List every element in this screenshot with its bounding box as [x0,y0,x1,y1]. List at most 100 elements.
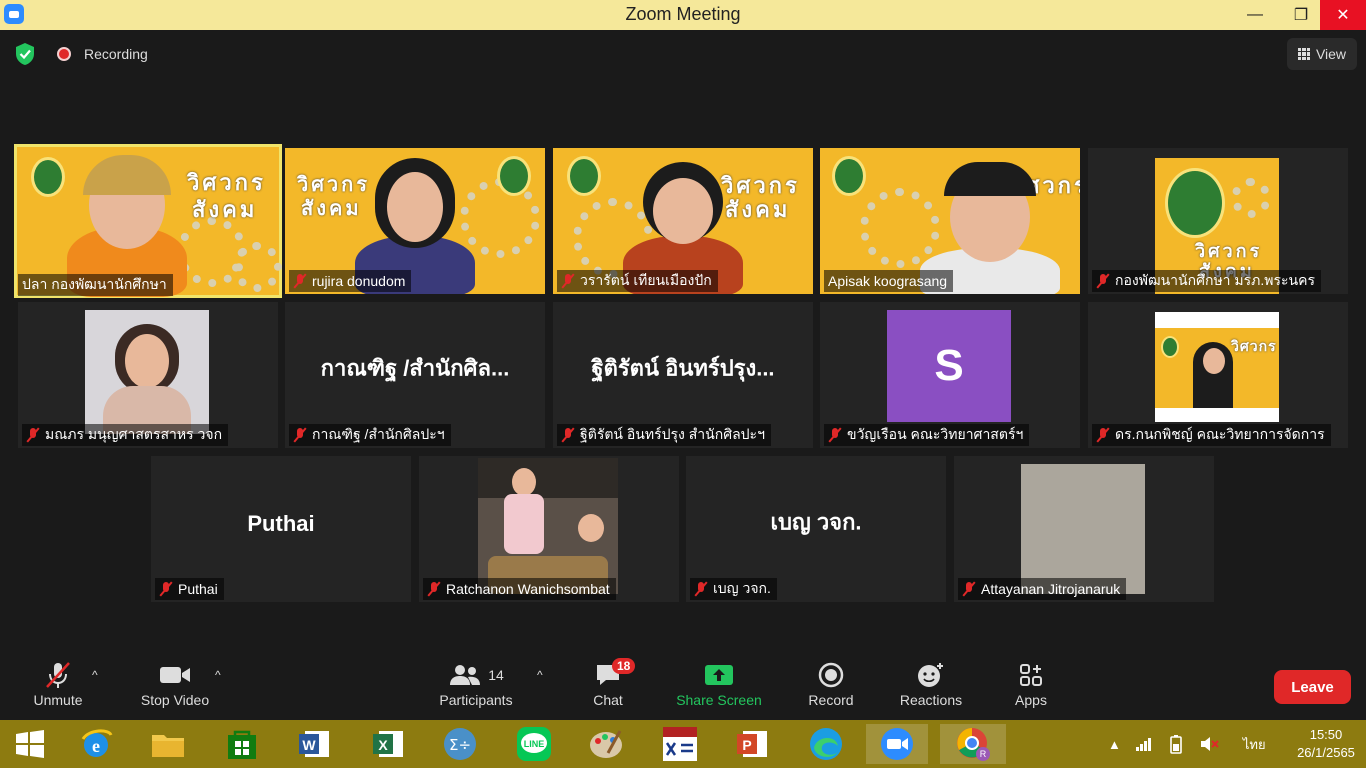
video-tile[interactable]: วิศวกร Apisak koograsang [820,148,1080,294]
participant-name-label: ฐิติรัตน์ อินทร์ปรุง สำนักศิลปะฯ [557,424,771,446]
participant-name-label: กองพัฒนานักศึกษา มรภ.พระนคร [1092,270,1322,292]
record-button[interactable]: Record [802,658,860,708]
muted-mic-icon [1096,273,1110,289]
file-explorer-icon[interactable] [148,724,188,764]
window-title: Zoom Meeting [625,4,741,24]
video-tile[interactable]: วิศวกร สังคม วรารัตน์ เทียนเมืองปัก [553,148,813,294]
video-tile[interactable]: วิศวกร สังคม ปลา กองพัฒนานักศึกษา [14,144,282,298]
window-title-bar: Zoom Meeting — ❐ ✕ [0,0,1366,30]
muted-mic-icon [293,427,307,443]
stop-video-label: Stop Video [140,692,210,708]
participant-name-label: เบญ วจก. [690,578,777,600]
recording-status: Recording [84,46,148,62]
leave-button[interactable]: Leave [1274,670,1351,704]
svg-text:LINE: LINE [524,739,545,749]
poster-brand-sub: สังคม [192,197,258,222]
participants-options-chevron-icon[interactable]: ^ [537,668,543,682]
video-tile[interactable]: วิศวกร ดร.กนกพิชญ์ คณะวิทยาการจัดการ [1088,302,1348,448]
battery-icon[interactable] [1167,734,1185,754]
input-language-indicator[interactable]: ไทย [1243,734,1266,755]
muted-mic-icon [159,581,173,597]
edge-browser-icon[interactable] [806,724,846,764]
participants-icon [450,665,481,685]
participants-label: Participants [439,692,513,708]
unmute-button[interactable]: Unmute [22,658,94,708]
participant-name-label: วรารัตน์ เทียนเมืองปัก [557,270,718,292]
view-label: View [1315,46,1347,62]
windows-taskbar: e W X Σ÷ LINE P R ▲ ไทย 15:50 26/1/2565 [0,720,1366,768]
share-screen-button[interactable]: Share Screen [672,658,766,708]
tray-overflow-chevron-icon[interactable]: ▲ [1108,737,1121,752]
participant-name-label: ดร.กนกพิชญ์ คณะวิทยาการจัดการ [1092,424,1331,446]
system-tray: ▲ ไทย [1108,720,1266,768]
apps-button[interactable]: Apps [1008,658,1054,708]
video-tile[interactable]: มณภร มนุญศาสตรสาหร วจก [18,302,278,448]
muted-mic-icon [427,581,441,597]
muted-mic-icon [1096,427,1110,443]
muted-microphone-icon [46,662,70,688]
view-button[interactable]: View [1287,38,1357,70]
share-screen-label: Share Screen [676,692,762,708]
participant-name-label: Attayanan Jitrojanaruk [958,578,1127,600]
video-tile[interactable]: Attayanan Jitrojanaruk [954,456,1214,602]
taskbar-clock[interactable]: 15:50 26/1/2565 [1290,726,1362,762]
participants-button[interactable]: 14 Participants [434,658,518,708]
word-icon[interactable]: W [294,724,334,764]
math-input-icon[interactable]: Σ÷ [440,724,480,764]
minimize-button[interactable]: — [1232,0,1278,30]
participant-name-label: มณภร มนุญศาสตรสาหร วจก [22,424,229,446]
start-button[interactable] [10,724,50,764]
close-button[interactable]: ✕ [1320,0,1366,30]
video-tile[interactable]: Puthai Puthai [151,456,411,602]
internet-explorer-icon[interactable]: e [76,724,116,764]
lisrel-icon[interactable] [660,724,700,764]
video-tile[interactable]: กาณฑิฐ /สำนักศิล... กาณฑิฐ /สำนักศิลปะฯ [285,302,545,448]
network-signal-icon[interactable] [1135,736,1153,752]
reactions-button[interactable]: Reactions [894,658,968,708]
video-tile[interactable]: เบญ วจก. เบญ วจก. [686,456,946,602]
record-icon [818,662,844,688]
poster-brand: วิศวกร [1231,338,1277,354]
meeting-top-bar: Recording View [0,30,1366,80]
chat-label: Chat [593,692,623,708]
stop-video-button[interactable]: Stop Video [134,658,216,708]
muted-mic-icon [828,427,842,443]
chat-unread-badge: 18 [612,658,636,674]
participant-name-label: rujira donudom [289,270,412,292]
participant-photo [478,458,618,594]
participant-photo [1021,464,1145,594]
audio-options-chevron-icon[interactable]: ^ [92,668,98,682]
unmute-label: Unmute [33,692,83,708]
participant-display-name: ฐิติรัตน์ อินทร์ปรุง... [591,355,775,381]
excel-icon[interactable]: X [368,724,408,764]
video-options-chevron-icon[interactable]: ^ [215,668,221,682]
poster-brand-sub: สังคม [301,198,362,220]
video-tile[interactable]: S ขวัญเรือน คณะวิทยาศาสตร์ฯ [820,302,1080,448]
recording-dot-icon [57,47,71,61]
apps-label: Apps [1015,692,1047,708]
windows-logo-icon [16,730,44,758]
muted-mic-icon [293,273,307,289]
volume-muted-icon[interactable] [1199,735,1219,753]
line-app-icon[interactable]: LINE [514,724,554,764]
video-tile[interactable]: วิศวกร สังคม rujira donudom [285,148,545,294]
muted-mic-icon [26,427,40,443]
participant-photo [85,310,209,434]
reactions-label: Reactions [899,692,963,708]
meeting-controls-bar: Unmute ^ Stop Video ^ 14 Participants ^ [0,650,1366,720]
video-tile[interactable]: วิศวกร สังคม กองพัฒนานักศึกษา มรภ.พระนคร [1088,148,1348,294]
security-shield-icon[interactable] [14,42,36,66]
video-tile[interactable]: ฐิติรัตน์ อินทร์ปรุง... ฐิติรัตน์ อินทร์… [553,302,813,448]
muted-mic-icon [561,427,575,443]
zoom-taskbar-icon[interactable] [866,724,928,764]
participant-photo: วิศวกร [1155,312,1279,422]
video-tile[interactable]: Ratchanon Wanichsombat [419,456,679,602]
microsoft-store-icon[interactable] [222,724,262,764]
poster-brand-sub: สังคม [725,197,791,222]
chrome-taskbar-icon[interactable]: R [940,724,1006,764]
maximize-button[interactable]: ❐ [1278,0,1324,30]
participant-name-label: ขวัญเรือน คณะวิทยาศาสตร์ฯ [824,424,1030,446]
muted-mic-icon [962,581,976,597]
powerpoint-icon[interactable]: P [732,724,772,764]
paint-icon[interactable] [586,724,626,764]
